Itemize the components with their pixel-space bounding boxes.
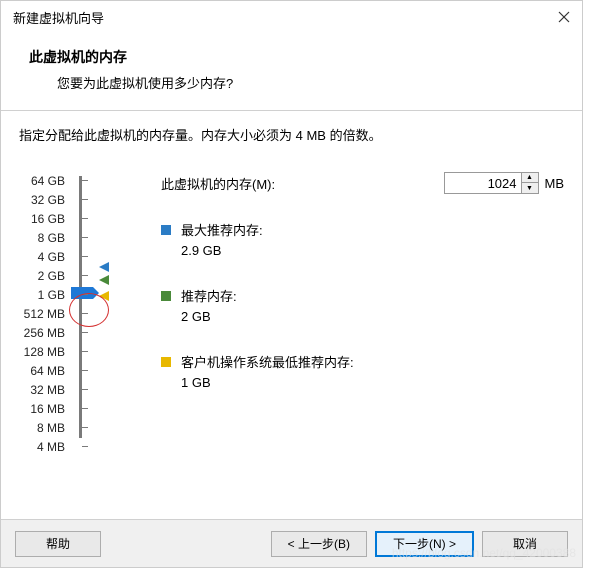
max-recommend-value: 2.9 GB [181,242,263,260]
instruction-text: 指定分配给此虚拟机的内存量。内存大小必须为 4 MB 的倍数。 [19,125,564,144]
slider-tick [82,199,88,200]
memory-area: 64 GB 32 GB 16 GB 8 GB 4 GB 2 GB 1 GB 51… [19,172,564,457]
min-recommend-block: 客户机操作系统最低推荐内存: 1 GB [161,354,564,392]
rec-recommend-label: 推荐内存: [181,288,237,306]
right-column: 此虚拟机的内存(M): ▲ ▼ MB 最大推荐内存: 2.9 GB [141,172,564,457]
slider-thumb[interactable] [71,287,93,299]
close-icon [558,11,570,23]
slider-tick [82,294,88,295]
spinner-buttons: ▲ ▼ [522,172,539,194]
slider-tick [82,180,88,181]
min-recommend-value: 1 GB [181,374,354,392]
spinner-up-button[interactable]: ▲ [522,173,538,183]
min-recommend-label: 客户机操作系统最低推荐内存: [181,354,354,372]
slider-label: 64 GB [19,172,65,191]
slider-label: 16 GB [19,210,65,229]
slider-label: 1 GB [19,286,65,305]
max-recommend-block: 最大推荐内存: 2.9 GB [161,222,564,260]
slider-label: 512 MB [19,305,65,324]
slider-tick [82,332,88,333]
slider-label: 64 MB [19,362,65,381]
slider-label: 2 GB [19,267,65,286]
slider-column: 64 GB 32 GB 16 GB 8 GB 4 GB 2 GB 1 GB 51… [19,172,141,457]
slider-label: 8 MB [19,419,65,438]
slider-tick [82,446,88,447]
rec-recommend-value: 2 GB [181,308,237,326]
slider-tick [82,427,88,428]
memory-spinner: ▲ ▼ [444,172,539,194]
slider-tick [82,389,88,390]
window-title: 新建虚拟机向导 [13,8,104,27]
rec-recommend-block: 推荐内存: 2 GB [161,288,564,326]
square-green-icon [161,291,171,301]
slider-label: 8 GB [19,229,65,248]
help-button[interactable]: 帮助 [15,531,101,557]
slider-label: 32 MB [19,381,65,400]
header-section: 此虚拟机的内存 您要为此虚拟机使用多少内存? [1,33,582,110]
slider-tick [82,218,88,219]
memory-input[interactable] [444,172,522,194]
square-yellow-icon [161,357,171,367]
slider-label: 128 MB [19,343,65,362]
max-recommend-text: 最大推荐内存: 2.9 GB [181,222,263,260]
max-recommend-label: 最大推荐内存: [181,222,263,240]
wizard-dialog: 新建虚拟机向导 此虚拟机的内存 您要为此虚拟机使用多少内存? 指定分配给此虚拟机… [0,0,583,568]
close-button[interactable] [554,7,574,27]
slider-track-area[interactable] [71,172,141,457]
slider-tick [82,408,88,409]
square-blue-icon [161,225,171,235]
slider-track [79,176,82,438]
slider-label: 32 GB [19,191,65,210]
slider-tick [82,275,88,276]
page-title: 此虚拟机的内存 [29,47,562,67]
page-subtitle: 您要为此虚拟机使用多少内存? [57,73,562,92]
back-button[interactable]: < 上一步(B) [271,531,367,557]
slider-label: 16 MB [19,400,65,419]
memory-input-row: 此虚拟机的内存(M): ▲ ▼ MB [161,172,564,194]
slider-labels: 64 GB 32 GB 16 GB 8 GB 4 GB 2 GB 1 GB 51… [19,172,71,457]
rec-recommend-text: 推荐内存: 2 GB [181,288,237,326]
titlebar: 新建虚拟机向导 [1,1,582,33]
slider-tick [82,256,88,257]
slider-label: 4 MB [19,438,65,457]
memory-unit: MB [545,176,565,191]
next-button[interactable]: 下一步(N) > [375,531,474,557]
slider-label: 256 MB [19,324,65,343]
slider-tick [82,370,88,371]
cancel-button[interactable]: 取消 [482,531,568,557]
content-area: 指定分配给此虚拟机的内存量。内存大小必须为 4 MB 的倍数。 64 GB 32… [1,111,582,467]
slider-tick [82,237,88,238]
slider-label: 4 GB [19,248,65,267]
max-marker-icon [99,262,109,272]
memory-input-label: 此虚拟机的内存(M): [161,174,444,193]
slider-tick [82,313,88,314]
min-marker-icon [99,291,109,301]
spinner-down-button[interactable]: ▼ [522,183,538,193]
rec-marker-icon [99,275,109,285]
min-recommend-text: 客户机操作系统最低推荐内存: 1 GB [181,354,354,392]
footer-bar: 帮助 < 上一步(B) 下一步(N) > 取消 [1,519,582,567]
slider-tick [82,351,88,352]
